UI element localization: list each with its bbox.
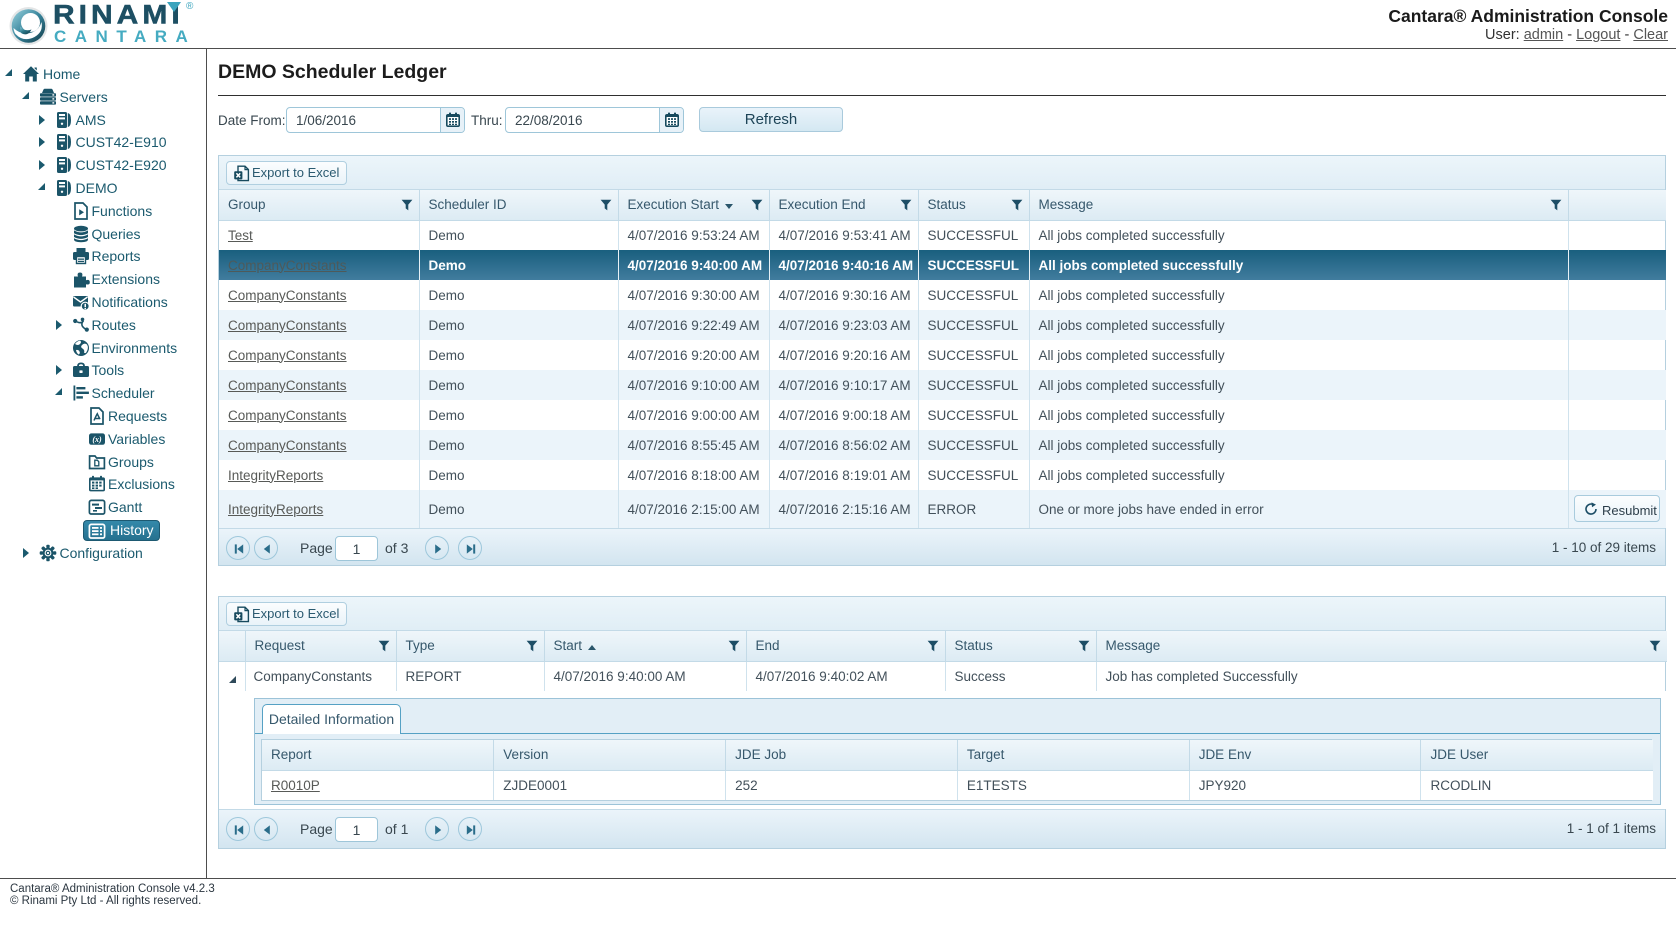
svg-text:(x): (x) bbox=[92, 435, 102, 444]
